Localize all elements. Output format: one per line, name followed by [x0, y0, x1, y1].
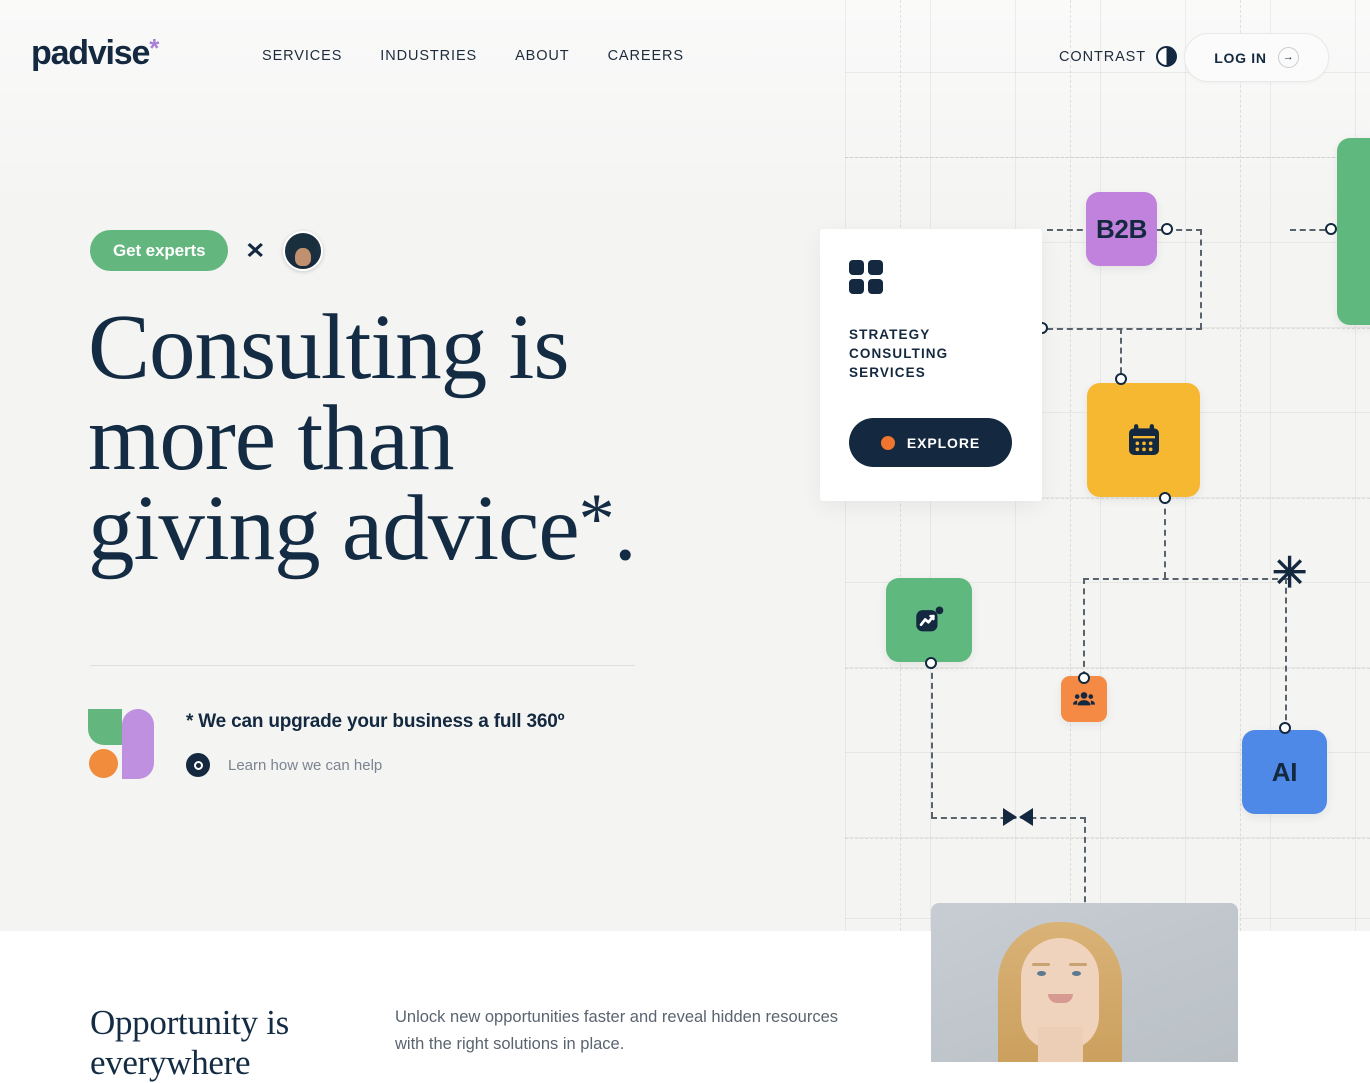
- people-icon: [1073, 692, 1095, 706]
- logo-asterisk-icon: *: [149, 33, 159, 63]
- opportunity-body-text: Unlock new opportunities faster and reve…: [395, 1008, 839, 1054]
- contrast-label: CONTRAST: [1059, 48, 1146, 65]
- logo-text: padvise: [31, 34, 150, 72]
- card-title: STRATEGY CONSULTING SERVICES: [849, 327, 949, 381]
- login-button[interactable]: LOG IN →: [1184, 33, 1329, 82]
- diagram-node-green-bar[interactable]: [1337, 138, 1370, 325]
- portrait-mouth: [1047, 993, 1073, 1003]
- diagram-node-chart[interactable]: [886, 578, 972, 662]
- asterisk-icon: ✳: [1272, 549, 1308, 596]
- grid-four-dots-icon: [849, 260, 883, 294]
- opportunity-heading-line-2: everywhere: [90, 1042, 251, 1082]
- contrast-toggle[interactable]: CONTRAST: [1059, 46, 1177, 67]
- connector-line: [1164, 498, 1166, 578]
- explore-button[interactable]: EXPLORE: [849, 418, 1012, 467]
- explore-button-label: EXPLORE: [906, 434, 981, 451]
- diagram-node-b2b-label: B2B: [1095, 213, 1148, 244]
- login-button-label: LOG IN: [1214, 49, 1267, 66]
- diagram-node-ai[interactable]: AI: [1242, 730, 1327, 814]
- connector-line: [1200, 229, 1202, 329]
- connector-dot: [1161, 223, 1173, 235]
- diagram-node-b2b[interactable]: B2B: [1086, 192, 1157, 266]
- connector-line: [1047, 328, 1202, 330]
- opportunity-heading-line-1: Opportunity is: [90, 1003, 289, 1042]
- diagram-node-calendar[interactable]: [1087, 383, 1200, 497]
- connector-dot: [1325, 223, 1337, 235]
- connector-dot: [1159, 492, 1171, 504]
- orange-dot-icon: [880, 435, 895, 450]
- connector-line: [931, 663, 933, 818]
- portrait-neck: [1037, 1027, 1083, 1062]
- opportunity-heading: Opportunity is everywhere: [90, 1003, 380, 1083]
- portrait-brow-left: [1031, 963, 1050, 967]
- connector-dot: [1078, 672, 1090, 684]
- connector-dot: [1115, 373, 1127, 385]
- main-navigation: SERVICES INDUSTRIES ABOUT CAREERS: [262, 48, 684, 64]
- strategy-consulting-card[interactable]: STRATEGY CONSULTING SERVICES EXPLORE: [820, 229, 1042, 501]
- nav-item-about[interactable]: ABOUT: [515, 48, 569, 64]
- landing-page: padvise * SERVICES INDUSTRIES ABOUT CARE…: [0, 0, 1370, 1082]
- site-header: padvise * SERVICES INDUSTRIES ABOUT CARE…: [0, 0, 1370, 115]
- arrow-right-icon: →: [1277, 47, 1299, 68]
- diagram-node-ai-label: AI: [1271, 756, 1298, 787]
- chart-image-icon: [916, 606, 944, 632]
- nav-item-careers[interactable]: CAREERS: [608, 48, 684, 64]
- portrait-photo: [931, 903, 1238, 1062]
- logo[interactable]: padvise *: [31, 33, 159, 73]
- half-circle-icon: [1156, 46, 1177, 67]
- bowtie-connector-icon: [1003, 808, 1033, 827]
- calendar-icon: [1128, 424, 1159, 455]
- connector-line: [1285, 578, 1287, 730]
- connector-dot: [925, 657, 937, 669]
- nav-item-industries[interactable]: INDUSTRIES: [380, 48, 477, 64]
- portrait-brow-right: [1068, 963, 1087, 967]
- services-diagram: B2B AI ✳ STRATEGY CONSULTING SERVICES EX…: [0, 0, 1370, 1062]
- nav-item-services[interactable]: SERVICES: [262, 48, 342, 64]
- connector-line: [1083, 578, 1288, 580]
- connector-dot: [1279, 722, 1291, 734]
